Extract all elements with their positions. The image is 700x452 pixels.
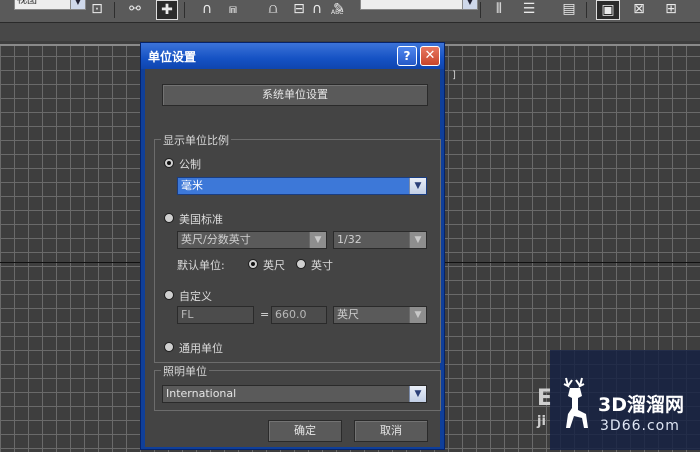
schematic-view-icon[interactable]: ⚯ [124, 0, 146, 20]
chevron-down-icon[interactable]: ▼ [462, 0, 477, 9]
chevron-down-icon[interactable]: ▼ [409, 307, 426, 323]
toolbar-separator [184, 2, 185, 18]
abc-label: ABC [331, 9, 344, 16]
select-region-icon[interactable]: ⊡ [86, 0, 108, 20]
metric-label: 公制 [179, 158, 201, 171]
add-icon[interactable]: ✚ [156, 0, 178, 20]
custom-label: 自定义 [179, 290, 212, 303]
metric-unit-value: 毫米 [181, 179, 203, 192]
cancel-button[interactable]: 取消 [354, 420, 428, 442]
chevron-down-icon[interactable]: ▼ [70, 0, 85, 9]
metric-radio[interactable] [164, 158, 174, 168]
named-selection-combo[interactable]: ▼ [360, 0, 478, 10]
custom-unit-select[interactable]: 英尺 ▼ [333, 306, 427, 324]
chevron-down-icon[interactable]: ▼ [409, 232, 426, 248]
dialog-title-bar[interactable]: 单位设置 ? ✕ [141, 43, 444, 69]
secondary-toolbar-strip [0, 23, 700, 41]
us-fraction-select[interactable]: 1/32 ▼ [333, 231, 427, 249]
dialog-title: 单位设置 [148, 50, 197, 64]
custom-amount-field[interactable]: 660.0 [271, 306, 327, 324]
view-combo[interactable]: 视图 ▼ [14, 0, 86, 10]
us-standard-radio[interactable] [164, 213, 174, 223]
ok-button[interactable]: 确定 [268, 420, 342, 442]
metric-unit-select[interactable]: 毫米 ▼ [177, 177, 427, 195]
render-icon[interactable]: ⊞ [660, 0, 682, 20]
feet-label: 英尺 [263, 259, 285, 272]
generic-units-label: 通用单位 [179, 342, 223, 355]
chevron-down-icon[interactable]: ▼ [309, 232, 326, 248]
percent-snap-icon[interactable]: ⩍ [262, 0, 284, 20]
custom-radio[interactable] [164, 290, 174, 300]
viewport-overlay-text-small: ji [537, 414, 546, 429]
lighting-units-select[interactable]: International ▼ [162, 385, 427, 403]
inches-radio[interactable] [296, 259, 306, 269]
close-icon[interactable]: ✕ [420, 46, 440, 66]
us-fraction-value: 1/32 [337, 233, 362, 246]
chevron-down-icon[interactable]: ▼ [409, 178, 426, 194]
toolbar-separator [114, 2, 115, 18]
view-combo-value: 视图 [17, 0, 37, 6]
toolbar-separator [586, 2, 587, 18]
angle-snap-icon[interactable]: ⩎ [222, 0, 244, 20]
mirror-icon[interactable]: ⫴ [488, 0, 510, 20]
feet-radio[interactable] [248, 259, 258, 269]
display-unit-scale-legend: 显示单位比例 [161, 132, 231, 148]
lighting-units-value: International [166, 387, 237, 400]
render-setup-icon[interactable]: ▣ [596, 0, 620, 20]
display-unit-scale-group: 显示单位比例 [154, 132, 441, 363]
layer-manager-icon[interactable]: ▤ [558, 0, 580, 20]
edit-named-selection-icon[interactable]: ∩ [306, 0, 328, 20]
system-units-button[interactable]: 系统单位设置 [162, 84, 428, 106]
default-unit-label: 默认单位: [177, 259, 225, 272]
custom-name-field[interactable]: FL [177, 306, 254, 324]
deer-logo-icon [563, 377, 588, 428]
us-unit-value: 英尺/分数英寸 [181, 233, 251, 246]
inches-label: 英寸 [311, 259, 333, 272]
custom-unit-value: 英尺 [337, 308, 359, 321]
watermark: 3D溜溜网 3D66.com [550, 350, 700, 450]
snap-toggle-icon[interactable]: ∩ [196, 0, 218, 20]
dialog-body: 系统单位设置 显示单位比例 公制 毫米 ▼ 美国标准 英尺/分数英寸 ▼ 1/3… [145, 69, 441, 447]
watermark-url: 3D66.com [600, 418, 680, 434]
viewport-label-bracket: ] [452, 70, 456, 81]
toolbar-separator [480, 2, 481, 18]
align-icon[interactable]: ☰ [518, 0, 540, 20]
lighting-units-legend: 照明单位 [161, 363, 209, 379]
equals-sign: = [260, 308, 270, 321]
us-standard-label: 美国标准 [179, 213, 223, 226]
us-unit-select[interactable]: 英尺/分数英寸 ▼ [177, 231, 327, 249]
rendered-frame-icon[interactable]: ⊠ [628, 0, 650, 20]
help-icon[interactable]: ? [397, 46, 417, 66]
chevron-down-icon[interactable]: ▼ [409, 386, 426, 402]
generic-units-radio[interactable] [164, 342, 174, 352]
units-setup-dialog: 单位设置 ? ✕ 系统单位设置 显示单位比例 公制 毫米 ▼ 美国标准 英尺/分… [140, 42, 445, 450]
watermark-brand: 3D溜溜网 [598, 394, 684, 416]
main-toolbar: 视图 ▼ ⊡ ⚯ ✚ ∩ ⩎ ⩍ ⊟ ∩ ✎ ABC ▼ ⫴ ☰ ▤ ▣ ⊠ ⊞ [0, 0, 700, 23]
